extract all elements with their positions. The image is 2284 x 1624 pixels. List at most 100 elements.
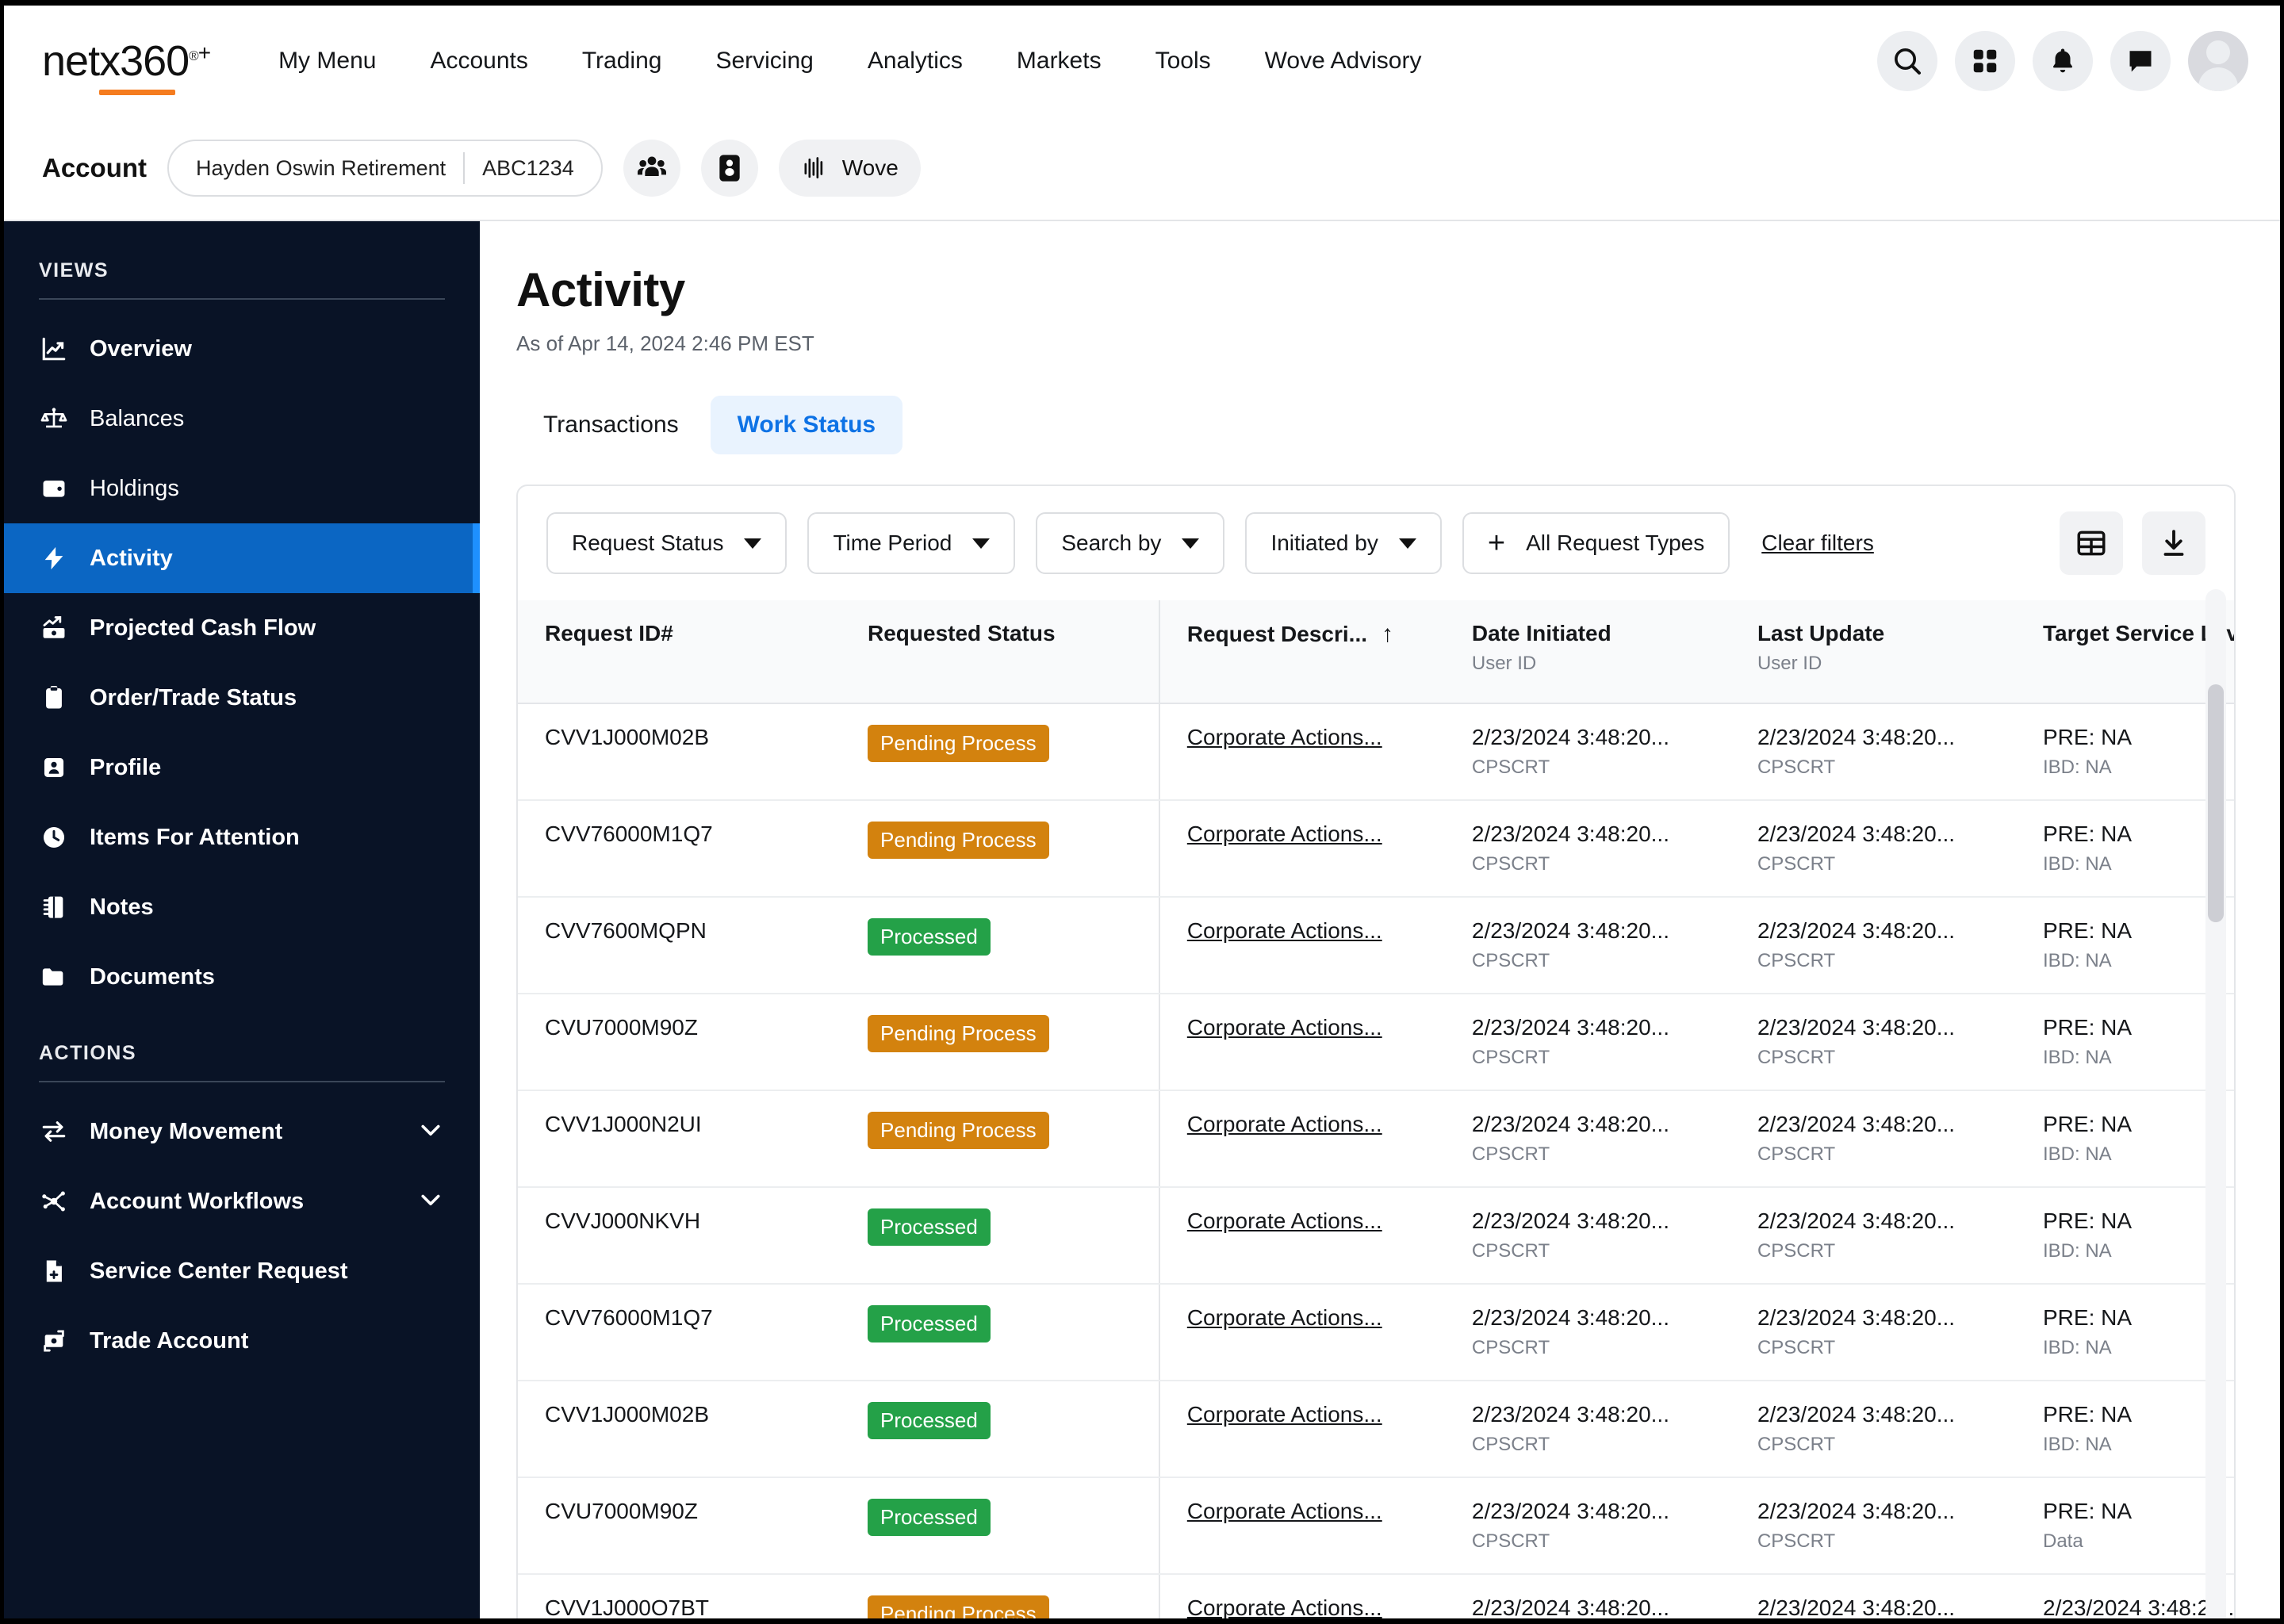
sidebar-item-activity[interactable]: Activity	[4, 523, 480, 593]
nav-link-accounts[interactable]: Accounts	[403, 40, 554, 82]
chat-button[interactable]	[2110, 31, 2171, 91]
table-row[interactable]: CVV1J000M02B Pending Process Corporate Act…	[518, 703, 2234, 801]
column-header-target-service-level[interactable]: Target Service Level	[2016, 600, 2234, 704]
table-row[interactable]: CVV7600MQPN Processed Corporate Actions...…	[518, 897, 2234, 994]
request-description-link[interactable]: Corporate Actions...	[1187, 725, 1382, 749]
column-header-last-update[interactable]: Last Update User ID	[1730, 600, 2016, 704]
chevron-down-icon[interactable]	[416, 1116, 445, 1148]
last-update-text: 2/23/2024 3:48:20...	[1757, 1305, 1956, 1330]
cell-request-id: CVU7000M90Z	[518, 994, 841, 1091]
brand-logo[interactable]: netx360®+	[42, 37, 211, 95]
brand-name: netx360	[42, 37, 190, 85]
cell-target-service-level: 2/23/2024 3:48:20...Data	[2016, 1574, 2234, 1618]
table-row[interactable]: CVV1J000O7BT Pending Process Corporate Act…	[518, 1574, 2234, 1618]
cell-date-initiated: 2/23/2024 3:48:20... CPSCRT	[1444, 994, 1730, 1091]
cell-target-service-level: PRE: NA IBD: NA	[2016, 994, 2234, 1091]
sidebar-item-documents[interactable]: Documents	[4, 942, 480, 1012]
table-row[interactable]: CVV1J000M02B Processed Corporate Actions..…	[518, 1381, 2234, 1478]
tab-transactions[interactable]: Transactions	[516, 396, 706, 454]
contact-card-button[interactable]	[700, 140, 758, 197]
wove-button[interactable]: Wove	[778, 140, 921, 197]
request-description-link[interactable]: Corporate Actions...	[1187, 1015, 1382, 1040]
cell-request-id: CVV76000M1Q7	[518, 800, 841, 898]
sidebar-item-items-for-attention[interactable]: Items For Attention	[4, 802, 480, 872]
tab-work-status[interactable]: Work Status	[710, 396, 903, 454]
cell-request-id: CVU7000M90Z	[518, 1477, 841, 1575]
download-icon	[2163, 530, 2184, 556]
filter-all-request-types[interactable]: + All Request Types	[1462, 512, 1730, 574]
request-description-link[interactable]: Corporate Actions...	[1187, 822, 1382, 846]
download-button[interactable]	[2142, 511, 2205, 575]
nav-link-analytics[interactable]: Analytics	[841, 40, 990, 82]
clear-filters-link[interactable]: Clear filters	[1761, 530, 1874, 556]
request-description-link[interactable]: Corporate Actions...	[1187, 1402, 1382, 1427]
sidebar-item-account-workflows[interactable]: Account Workflows	[4, 1166, 480, 1236]
nav-link-tools[interactable]: Tools	[1129, 40, 1238, 82]
nav-link-trading[interactable]: Trading	[555, 40, 689, 82]
filter-search-by[interactable]: Search by	[1036, 512, 1225, 574]
table-columns-button[interactable]	[2060, 511, 2123, 575]
column-header-requested-status[interactable]: Requested Status	[841, 600, 1159, 704]
sidebar-item-holdings[interactable]: Holdings	[4, 454, 480, 523]
column-header-date-initiated[interactable]: Date Initiated User ID	[1444, 600, 1730, 704]
cell-request-description: Corporate Actions...	[1158, 1187, 1445, 1285]
person-badge-icon	[719, 155, 740, 182]
request-description-link[interactable]: Corporate Actions...	[1187, 1499, 1382, 1523]
account-name: Hayden Oswin Retirement	[196, 155, 446, 180]
folder-icon	[39, 962, 69, 992]
column-subtitle: User ID	[1471, 653, 1537, 674]
vertical-scrollbar-thumb[interactable]	[2208, 684, 2224, 922]
apps-grid-button[interactable]	[1955, 31, 2015, 91]
table-row[interactable]: CVU7000M90Z Processed Corporate Actions...…	[518, 1477, 2234, 1575]
table-scroll-region[interactable]: Request ID# Requested Status Request Des…	[518, 600, 2234, 1618]
nav-link-my-menu[interactable]: My Menu	[251, 40, 403, 82]
column-header-request-description[interactable]: Request Descri... ↑	[1158, 600, 1445, 704]
sidebar-item-balances[interactable]: Balances	[4, 384, 480, 454]
cell-request-description: Corporate Actions...	[1158, 703, 1445, 801]
nav-link-wove-advisory[interactable]: Wove Advisory	[1238, 40, 1449, 82]
table-row[interactable]: CVVJ000NKVH Processed Corporate Actions...…	[518, 1187, 2234, 1285]
sidebar-item-profile[interactable]: Profile	[4, 733, 480, 802]
request-description-link[interactable]: Corporate Actions...	[1187, 1208, 1382, 1233]
table-row[interactable]: CVU7000M90Z Pending Process Corporate Acti…	[518, 994, 2234, 1091]
sidebar-item-trade-account[interactable]: Trade Account	[4, 1306, 480, 1376]
notifications-button[interactable]	[2033, 31, 2093, 91]
sidebar-item-projected-cash-flow[interactable]: Projected Cash Flow	[4, 593, 480, 663]
table-row[interactable]: CVV76000M1Q7 Processed Corporate Actions..…	[518, 1284, 2234, 1381]
sidebar-views-heading: VIEWS	[39, 259, 109, 282]
chevron-down-icon[interactable]	[416, 1185, 445, 1218]
sidebar-item-label: Order/Trade Status	[90, 684, 297, 710]
table-row[interactable]: CVV1J000N2UI Pending Process Corporate Act…	[518, 1090, 2234, 1188]
account-selector-chip[interactable]: Hayden Oswin Retirement ABC1234	[167, 140, 603, 197]
column-header-request-id[interactable]: Request ID#	[518, 600, 841, 704]
filter-initiated-by[interactable]: Initiated by	[1245, 512, 1442, 574]
date-initiated-text: 2/23/2024 3:48:20...	[1471, 1595, 1669, 1618]
table-row[interactable]: CVV76000M1Q7 Pending Process Corporate Act…	[518, 800, 2234, 898]
request-description-link[interactable]: Corporate Actions...	[1187, 1595, 1382, 1618]
sidebar-item-overview[interactable]: Overview	[4, 314, 480, 384]
nav-link-markets[interactable]: Markets	[990, 40, 1129, 82]
request-description-link[interactable]: Corporate Actions...	[1187, 1305, 1382, 1330]
wove-label: Wove	[841, 155, 899, 180]
nav-link-servicing[interactable]: Servicing	[688, 40, 840, 82]
request-description-link[interactable]: Corporate Actions...	[1187, 1112, 1382, 1136]
wallet-icon	[39, 473, 69, 504]
filter-request-status[interactable]: Request Status	[546, 512, 788, 574]
sidebar-item-money-movement[interactable]: Money Movement	[4, 1097, 480, 1166]
request-description-link[interactable]: Corporate Actions...	[1187, 918, 1382, 943]
avatar[interactable]	[2188, 31, 2248, 91]
filter-time-period[interactable]: Time Period	[807, 512, 1016, 574]
sidebar-item-order-trade-status[interactable]: Order/Trade Status	[4, 663, 480, 733]
sidebar-item-notes[interactable]: Notes	[4, 872, 480, 942]
household-group-button[interactable]	[623, 140, 680, 197]
last-update-text: 2/23/2024 3:48:20...	[1757, 918, 1956, 943]
chevron-down-icon	[972, 538, 991, 549]
chevron-down-icon	[1182, 538, 1200, 549]
chat-icon	[2129, 51, 2152, 72]
request-id-text: CVU7000M90Z	[545, 1499, 698, 1523]
sidebar-item-service-center-request[interactable]: Service Center Request	[4, 1236, 480, 1306]
search-button[interactable]	[1877, 31, 1937, 91]
scales-icon	[39, 404, 69, 434]
filter-label: Initiated by	[1270, 530, 1378, 555]
vertical-scrollbar[interactable]	[2205, 589, 2226, 1618]
